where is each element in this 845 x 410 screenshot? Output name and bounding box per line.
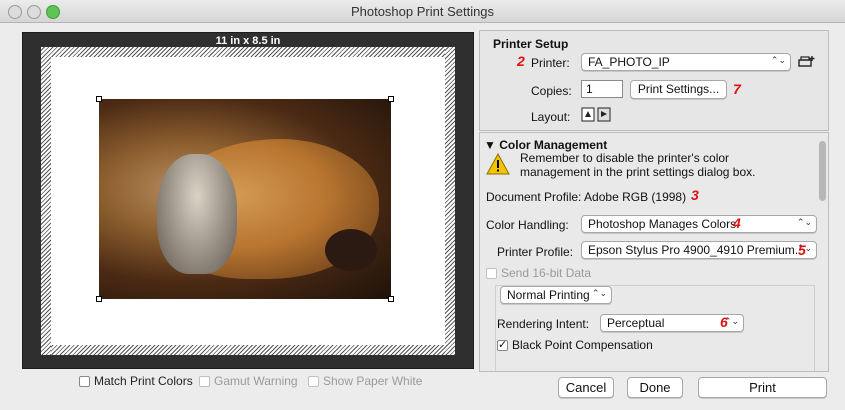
show-paper-white-checkbox xyxy=(308,375,319,387)
popup-arrows-icon: ⌃⌄ xyxy=(591,288,607,298)
black-point-option[interactable]: Black Point Compensation xyxy=(497,338,653,352)
show-paper-white-label: Show Paper White xyxy=(323,374,423,388)
normal-printing-select[interactable]: Normal Printing ⌃⌄ xyxy=(500,286,612,304)
margin-hatch-top xyxy=(41,47,455,57)
preview-image[interactable] xyxy=(99,99,391,299)
window-title: Photoshop Print Settings xyxy=(350,4,495,19)
popup-arrows-icon: ⌃⌄ xyxy=(770,55,786,65)
send-16-bit-option: Send 16-bit Data xyxy=(486,266,591,280)
margin-hatch-left xyxy=(41,47,51,355)
done-button[interactable]: Done xyxy=(627,377,683,398)
printer-profile-select[interactable]: Epson Stylus Pro 4900_4910 Premium... ⌃⌄ xyxy=(581,241,817,259)
resize-handle-bottom-left[interactable] xyxy=(96,296,102,302)
color-management-panel: ▼ Color Management Remember to disable t… xyxy=(479,132,829,372)
color-management-title[interactable]: ▼ Color Management xyxy=(484,138,607,152)
rendering-intent-label: Rendering Intent: xyxy=(497,317,590,331)
layout-portrait-icon[interactable] xyxy=(581,107,595,122)
send-16-bit-checkbox xyxy=(486,267,497,279)
black-point-label: Black Point Compensation xyxy=(512,338,653,352)
color-handling-label: Color Handling: xyxy=(486,218,569,232)
paper-size-label: 11 in x 8.5 in xyxy=(215,35,281,47)
color-management-title-text: Color Management xyxy=(499,138,608,152)
rendering-intent-value: Perceptual xyxy=(607,316,665,330)
copies-label: Copies: xyxy=(531,84,572,98)
add-printer-icon[interactable] xyxy=(798,55,816,69)
annotation-5: 5 xyxy=(798,242,806,258)
match-print-colors-label: Match Print Colors xyxy=(94,374,193,388)
show-paper-white-option: Show Paper White xyxy=(308,374,422,388)
annotation-4: 4 xyxy=(733,215,741,231)
warning-text-line-2: management in the print settings dialog … xyxy=(520,165,756,179)
annotation-7: 7 xyxy=(733,81,741,97)
black-point-checkbox[interactable] xyxy=(497,338,508,351)
color-handling-select[interactable]: Photoshop Manages Colors ⌃⌄ xyxy=(581,215,817,233)
printer-setup-panel: Printer Setup 2 Printer: FA_PHOTO_IP ⌃⌄ C… xyxy=(479,30,829,131)
cancel-button[interactable]: Cancel xyxy=(558,377,614,398)
popup-arrows-icon: ⌃⌄ xyxy=(796,217,812,227)
image-dog-nose xyxy=(325,229,377,271)
match-print-colors-checkbox[interactable] xyxy=(79,375,90,387)
annotation-2: 2 xyxy=(517,53,525,69)
margin-hatch-bottom xyxy=(41,345,455,355)
print-button[interactable]: Print xyxy=(698,377,827,398)
title-bar: Photoshop Print Settings xyxy=(0,0,845,23)
annotation-3: 3 xyxy=(691,187,699,203)
printer-profile-label: Printer Profile: xyxy=(497,245,574,259)
printer-label: Printer: xyxy=(531,56,570,70)
warning-icon xyxy=(486,153,510,175)
disclosure-triangle-icon[interactable]: ▼ xyxy=(484,138,496,152)
printer-setup-title: Printer Setup xyxy=(493,37,569,51)
document-profile: Document Profile: Adobe RGB (1998) xyxy=(486,190,687,204)
printer-select-value: FA_PHOTO_IP xyxy=(588,55,670,69)
layout-landscape-icon[interactable] xyxy=(597,107,611,122)
margin-hatch-right xyxy=(445,47,455,355)
normal-printing-value: Normal Printing xyxy=(507,288,590,302)
match-print-colors-option[interactable]: Match Print Colors xyxy=(79,374,193,388)
resize-handle-top-left[interactable] xyxy=(96,96,102,102)
print-settings-button[interactable]: Print Settings... xyxy=(630,80,727,99)
image-kitten xyxy=(157,154,237,274)
warning-text-line-1: Remember to disable the printer's color xyxy=(520,151,730,165)
layout-label: Layout: xyxy=(531,110,571,124)
color-handling-value: Photoshop Manages Colors xyxy=(588,217,737,231)
gamut-warning-checkbox xyxy=(199,375,210,387)
copies-input[interactable]: 1 xyxy=(581,80,623,98)
send-16-bit-label: Send 16-bit Data xyxy=(501,266,592,280)
printer-select[interactable]: FA_PHOTO_IP ⌃⌄ xyxy=(581,53,791,71)
print-preview: 11 in x 8.5 in xyxy=(22,32,474,369)
annotation-6: 6 xyxy=(720,314,728,330)
resize-handle-bottom-right[interactable] xyxy=(388,296,394,302)
gamut-warning-label: Gamut Warning xyxy=(214,374,298,388)
resize-handle-top-right[interactable] xyxy=(388,96,394,102)
printer-profile-value: Epson Stylus Pro 4900_4910 Premium... xyxy=(588,243,805,257)
scrollbar-thumb[interactable] xyxy=(819,141,826,201)
gamut-warning-option: Gamut Warning xyxy=(199,374,298,388)
